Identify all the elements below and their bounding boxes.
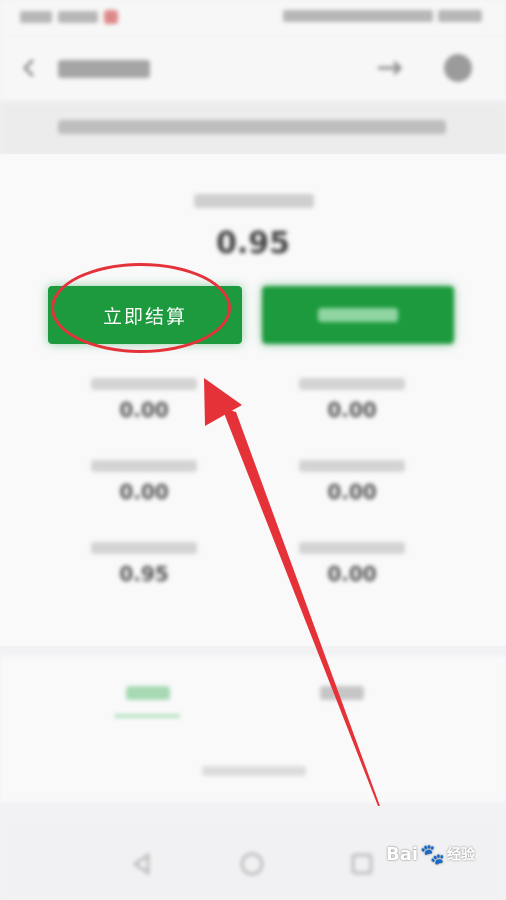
annotation-arrow — [204, 378, 380, 806]
arrow-shaft — [222, 408, 380, 806]
